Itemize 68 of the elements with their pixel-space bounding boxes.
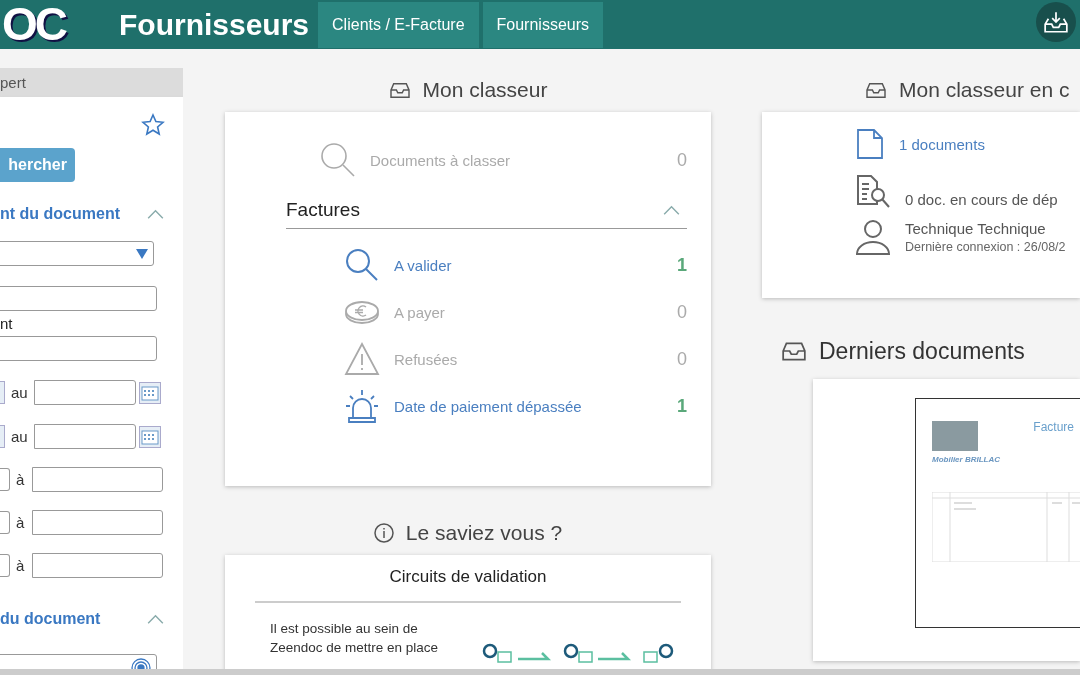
calendar-button[interactable]: [0, 381, 5, 404]
range-separator: à: [16, 557, 25, 574]
info-icon: [373, 523, 394, 543]
calendar-button[interactable]: [0, 425, 5, 448]
range-separator: au: [11, 384, 28, 401]
nav-tab[interactable]: Fournisseurs: [482, 1, 604, 48]
page-title: Fournisseurs: [119, 7, 310, 42]
search-button[interactable]: hercher: [0, 148, 75, 182]
pending-count: 0 doc. en cours de dép: [905, 190, 1058, 208]
input-field[interactable]: [32, 510, 164, 535]
dropdown-arrow-icon: [136, 248, 148, 259]
input-field[interactable]: [0, 511, 10, 534]
input-field[interactable]: [0, 336, 157, 361]
range-separator: à: [16, 514, 25, 531]
chevron-icon[interactable]: [146, 613, 165, 625]
inbox-download-icon: [1043, 10, 1069, 34]
select-field[interactable]: [0, 241, 154, 266]
nav-tab[interactable]: Clients / E-Facture: [318, 1, 479, 48]
input-field[interactable]: [0, 468, 10, 491]
warning-icon: [344, 341, 380, 377]
row-count: 0: [676, 149, 687, 171]
star-icon[interactable]: [141, 113, 165, 137]
sidebar-header: pert: [0, 68, 183, 97]
section-heading: Mon classeur en c: [899, 78, 1070, 102]
section-heading: Mon classeur: [422, 78, 548, 102]
company-name: Mobilier BRILLAC: [932, 455, 1001, 464]
range-separator: au: [11, 428, 28, 445]
last-login: Dernière connexion : 26/08/2: [905, 240, 1066, 254]
row-label[interactable]: Documents à classer: [370, 151, 647, 169]
inbox-icon: [781, 340, 807, 362]
invoice-filter-item[interactable]: A valider 1: [344, 247, 687, 283]
field-label: nt: [0, 319, 14, 329]
search-icon: [344, 247, 380, 283]
invoice-thumbnail[interactable]: Facture Mobilier BRILLAC: [915, 398, 1080, 628]
card-title: Circuits de validation: [255, 555, 681, 603]
input-field[interactable]: [0, 286, 157, 311]
logo: OC: [2, 0, 67, 49]
date-field[interactable]: [33, 380, 136, 405]
section-heading: Derniers documents: [819, 337, 1025, 365]
date-field[interactable]: [33, 424, 136, 449]
range-separator: à: [16, 471, 25, 488]
inbox-icon: [865, 81, 887, 99]
tip-text: Il est possible au sein de Zeendoc de mettre en place: [270, 620, 440, 657]
input-field[interactable]: [32, 467, 164, 492]
input-field[interactable]: [0, 554, 10, 577]
invoice-filter-item[interactable]: Date de paiement dépassée 1: [344, 388, 687, 424]
inbox-icon: [388, 81, 411, 99]
calendar-icon[interactable]: [138, 380, 161, 405]
documents-link[interactable]: 1 documents: [899, 135, 985, 153]
chevron-icon[interactable]: [146, 208, 165, 220]
section-title: nt du document: [0, 205, 120, 223]
invoice-filter-item[interactable]: Refusées 0: [344, 341, 687, 377]
user-name: Technique Technique: [905, 220, 1047, 237]
user-icon: [855, 218, 891, 256]
group-title: Factures: [286, 199, 360, 221]
input-field[interactable]: [32, 553, 164, 578]
section-title: du document: [0, 610, 101, 628]
document-search-icon: [855, 174, 891, 210]
section-heading: Le saviez vous ?: [405, 521, 563, 545]
invoice-heading: Facture: [1033, 420, 1074, 434]
alarm-light-icon: [344, 388, 380, 424]
chevron-icon[interactable]: [662, 205, 681, 216]
document-icon: [855, 128, 885, 160]
inbox-button[interactable]: [1036, 2, 1076, 42]
invoice-filter-item[interactable]: A payer 0: [344, 294, 687, 330]
photo-placeholder: [932, 421, 978, 451]
search-icon: [320, 142, 356, 178]
calendar-icon[interactable]: [138, 424, 161, 449]
